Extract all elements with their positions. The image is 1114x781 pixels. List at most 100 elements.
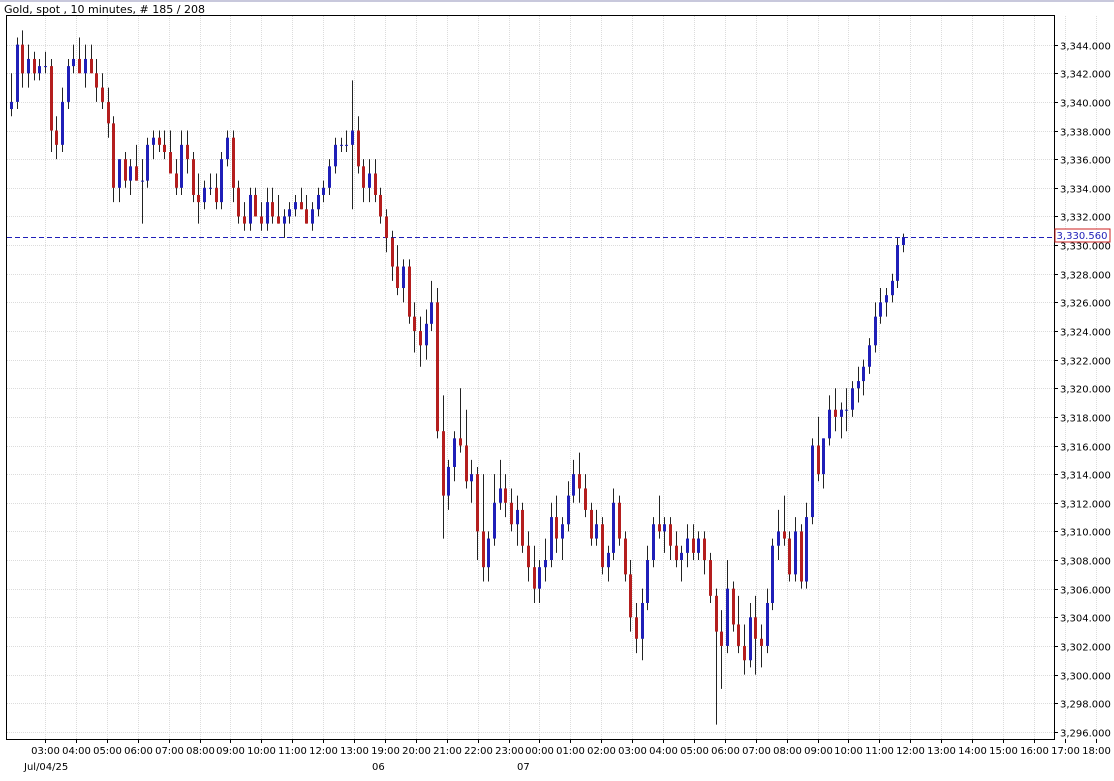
- candle-body: [27, 58, 30, 74]
- candle-body: [260, 216, 263, 224]
- candle-body: [590, 509, 593, 539]
- candle-body: [788, 538, 791, 575]
- candle-body: [50, 66, 53, 131]
- candle-body: [135, 166, 138, 181]
- y-tick-label: 3,330.000: [1060, 242, 1111, 253]
- x-tick-label: 01:00: [556, 746, 585, 757]
- candle-body: [510, 502, 513, 525]
- candle-body: [663, 524, 666, 532]
- x-date-label: Jul/04/25: [23, 762, 68, 773]
- candle-body: [328, 166, 331, 188]
- candle: [521, 502, 524, 553]
- candle-body: [442, 431, 445, 496]
- x-tick-label: 21:00: [433, 746, 462, 757]
- candle-body: [16, 44, 19, 102]
- y-tick-label: 3,332.000: [1060, 213, 1111, 224]
- candle-body: [311, 209, 314, 224]
- candle-body: [379, 194, 382, 217]
- x-tick-label: 04:00: [62, 746, 91, 757]
- y-tick-label: 3,338.000: [1060, 128, 1111, 139]
- candle-body: [680, 552, 683, 561]
- y-tick-label: 3,324.000: [1060, 328, 1111, 339]
- candle-body: [851, 388, 854, 410]
- candle-body: [430, 302, 433, 324]
- y-tick-label: 3,300.000: [1060, 672, 1111, 683]
- x-tick-label: 22:00: [464, 746, 493, 757]
- candle-body: [732, 588, 735, 625]
- candle-body: [635, 617, 638, 639]
- candle-body: [453, 438, 456, 467]
- candle-body: [186, 144, 189, 160]
- candle: [146, 137, 149, 188]
- candle-body: [828, 409, 831, 439]
- candle-body: [493, 502, 496, 539]
- candle-body: [249, 194, 252, 224]
- x-tick-label: 19:00: [371, 746, 400, 757]
- candle-body: [692, 538, 695, 553]
- candle-body: [612, 502, 615, 553]
- candle-body: [760, 638, 763, 646]
- candle-body: [152, 137, 155, 145]
- y-tick-label: 3,322.000: [1060, 357, 1111, 368]
- x-tick-label: 14:00: [958, 746, 987, 757]
- candle-body: [146, 144, 149, 181]
- candle-body: [351, 130, 354, 145]
- x-tick-label: 10:00: [834, 746, 863, 757]
- candle-body: [266, 202, 269, 224]
- y-tick-label: 3,340.000: [1060, 99, 1111, 110]
- candle: [652, 517, 655, 568]
- x-tick-label: 05:00: [93, 746, 122, 757]
- candle-body: [584, 488, 587, 510]
- candle-body: [220, 159, 223, 203]
- candle-body: [129, 166, 132, 181]
- x-tick-label: 10:00: [247, 746, 276, 757]
- candle-body: [21, 44, 24, 74]
- candle-body: [288, 209, 291, 217]
- candle-body: [669, 524, 672, 546]
- candle-body: [499, 488, 502, 503]
- candle-body: [107, 101, 110, 124]
- candle-body: [175, 173, 178, 188]
- x-tick-label: 09:00: [216, 746, 245, 757]
- y-tick-label: 3,314.000: [1060, 471, 1111, 482]
- price-chart[interactable]: 3,344.000 3,342.000 3,340.000 3,338.000 3,33…: [0, 0, 1114, 777]
- candle-body: [652, 524, 655, 561]
- x-tick-label: 03:00: [618, 746, 647, 757]
- candle-body: [305, 209, 308, 224]
- y-tick-label: 3,318.000: [1060, 414, 1111, 425]
- candle-body: [743, 645, 746, 661]
- candle-body: [817, 445, 820, 475]
- candle-body: [374, 173, 377, 195]
- y-tick-label: 3,336.000: [1060, 156, 1111, 167]
- candle-body: [226, 137, 229, 160]
- candle-body: [641, 602, 644, 639]
- candle: [800, 524, 803, 589]
- y-tick-label: 3,296.000: [1060, 729, 1111, 740]
- candle: [709, 552, 712, 603]
- candle-body: [737, 624, 740, 646]
- candle-body: [771, 545, 774, 603]
- candle-body: [413, 316, 416, 331]
- candle-body: [720, 631, 723, 646]
- y-tick-label: 3,326.000: [1060, 299, 1111, 310]
- x-date-label: 07: [517, 762, 530, 773]
- candle-body: [158, 137, 161, 145]
- candle-body: [879, 302, 882, 317]
- candle-body: [419, 330, 422, 346]
- candle-body: [294, 202, 297, 210]
- candle: [601, 517, 604, 575]
- y-tick-label: 3,328.000: [1060, 271, 1111, 282]
- last-price-box: 3,330.560: [1054, 228, 1111, 243]
- candle: [16, 37, 19, 110]
- candle-body: [180, 144, 183, 188]
- candle: [788, 531, 791, 582]
- candle-body: [197, 194, 200, 203]
- candle-body: [163, 144, 166, 153]
- candle-body: [271, 202, 274, 217]
- x-tick-label: 09:00: [804, 746, 833, 757]
- candle-body: [396, 266, 399, 289]
- y-tick-label: 3,316.000: [1060, 443, 1111, 454]
- candle-body: [754, 617, 757, 639]
- candle-body: [334, 144, 337, 167]
- candle-body: [10, 101, 13, 110]
